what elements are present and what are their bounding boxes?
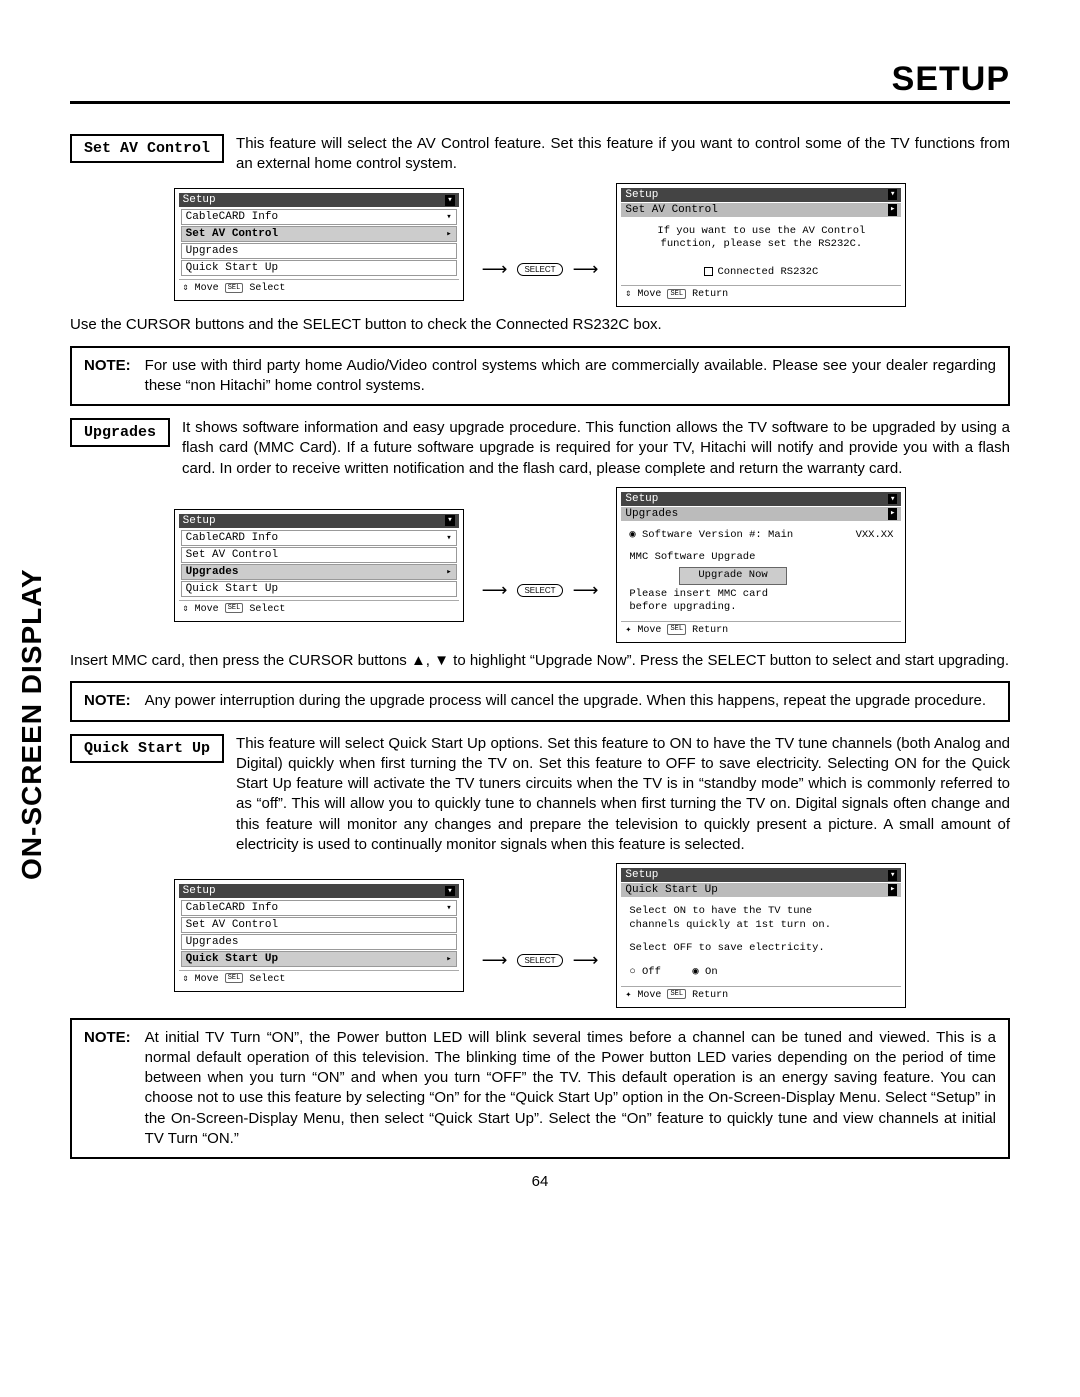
menu-item[interactable]: Set AV Control <box>181 547 457 563</box>
osd-footer: ⇕ Move SEL Select <box>179 279 459 296</box>
menu-item[interactable]: Quick Start Up <box>181 581 457 597</box>
version-value: VXX.XX <box>856 529 894 543</box>
osd-menu-quickstart: Setup▾ CableCARD Info▾ Set AV Control Up… <box>174 879 464 992</box>
osd-text: function, please set the RS232C. <box>629 238 893 252</box>
note-box: NOTE: Any power interruption during the … <box>70 681 1010 721</box>
version-label: Software Version #: Main <box>629 529 793 543</box>
feature-av-control: Set AV Control <box>70 134 224 163</box>
note-label: NOTE: <box>84 691 131 711</box>
select-button-icon: SELECT <box>517 954 562 967</box>
upgrades-paragraph: It shows software information and easy u… <box>182 418 1010 479</box>
menu-item[interactable]: Upgrades▸ <box>181 564 457 580</box>
note-box: NOTE: At initial TV Turn “ON”, the Power… <box>70 1018 1010 1160</box>
checkbox-row[interactable]: Connected RS232C <box>629 266 893 280</box>
osd-text: Select OFF to save electricity. <box>629 942 893 956</box>
select-button-icon: SELECT <box>517 263 562 276</box>
arrow-sequence: ⟶ SELECT ⟶ <box>482 950 599 971</box>
note-label: NOTE: <box>84 1028 131 1150</box>
note-text: For use with third party home Audio/Vide… <box>145 356 996 397</box>
checkbox-icon[interactable] <box>704 267 713 276</box>
page-number: 64 <box>70 1173 1010 1190</box>
menu-item[interactable]: CableCARD Info▾ <box>181 209 457 225</box>
note-text: At initial TV Turn “ON”, the Power butto… <box>145 1028 996 1150</box>
av-after-text: Use the CURSOR buttons and the SELECT bu… <box>70 315 1010 335</box>
radio-on[interactable]: On <box>692 966 717 978</box>
upgrade-now-button[interactable]: Upgrade Now <box>679 567 786 585</box>
note-box: NOTE: For use with third party home Audi… <box>70 346 1010 407</box>
page-title: SETUP <box>70 60 1010 104</box>
quick-start-paragraph: This feature will select Quick Start Up … <box>236 734 1010 856</box>
osd-text: If you want to use the AV Control <box>629 225 893 239</box>
radio-off[interactable]: Off <box>629 966 661 978</box>
note-label: NOTE: <box>84 356 131 397</box>
note-text: Any power interruption during the upgrad… <box>145 691 986 711</box>
arrow-sequence: ⟶ SELECT ⟶ <box>482 259 599 280</box>
menu-item[interactable]: Quick Start Up▸ <box>181 951 457 967</box>
osd-title: Setup <box>183 194 216 206</box>
osd-detail-quickstart: Setup▾ Quick Start Up▸ Select ON to have… <box>616 863 906 1008</box>
feature-quick-start: Quick Start Up <box>70 734 224 763</box>
feature-upgrades: Upgrades <box>70 418 170 447</box>
upgrades-after-text: Insert MMC card, then press the CURSOR b… <box>70 651 1010 671</box>
menu-item[interactable]: Upgrades <box>181 243 457 259</box>
osd-text: before upgrading. <box>629 601 893 615</box>
menu-item[interactable]: CableCARD Info▾ <box>181 900 457 916</box>
osd-menu-upgrades: Setup▾ CableCARD Info▾ Set AV Control Up… <box>174 509 464 622</box>
side-label: ON-SCREEN DISPLAY <box>16 568 48 880</box>
menu-item[interactable]: Upgrades <box>181 934 457 950</box>
menu-item[interactable]: Set AV Control <box>181 917 457 933</box>
osd-text: Please insert MMC card <box>629 588 893 602</box>
mmc-label: MMC Software Upgrade <box>629 551 893 565</box>
menu-item[interactable]: CableCARD Info▾ <box>181 530 457 546</box>
osd-text: channels quickly at 1st turn on. <box>629 919 893 933</box>
chevron-down-icon: ▾ <box>445 195 454 206</box>
osd-menu-av: Setup ▾ CableCARD Info▾ Set AV Control▸ U… <box>174 188 464 301</box>
select-button-icon: SELECT <box>517 584 562 597</box>
osd-detail-av: Setup▾ Set AV Control▸ If you want to us… <box>616 183 906 308</box>
osd-text: Select ON to have the TV tune <box>629 905 893 919</box>
menu-item[interactable]: Quick Start Up <box>181 260 457 276</box>
osd-detail-upgrades: Setup▾ Upgrades▸ Software Version #: Mai… <box>616 487 906 643</box>
av-paragraph: This feature will select the AV Control … <box>236 134 1010 175</box>
arrow-sequence: ⟶ SELECT ⟶ <box>482 580 599 601</box>
menu-item[interactable]: Set AV Control▸ <box>181 226 457 242</box>
